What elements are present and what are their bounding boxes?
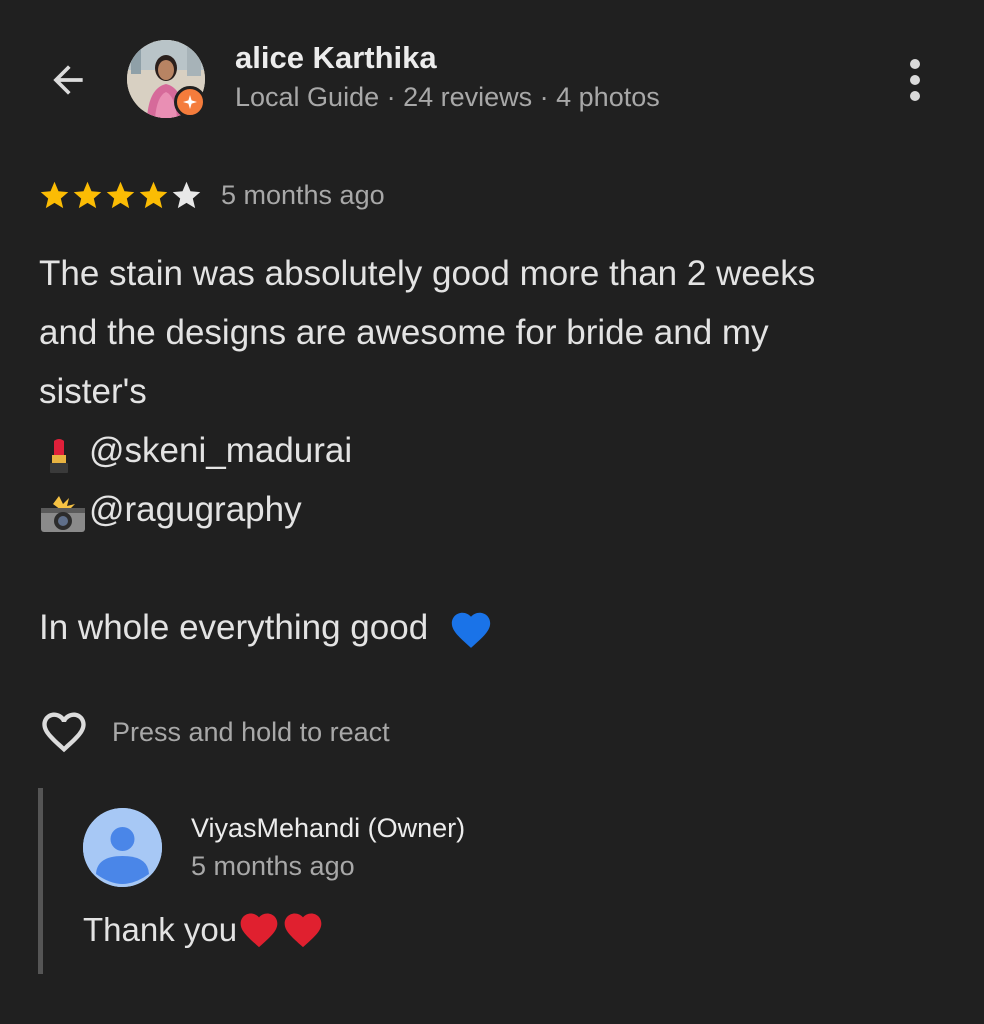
closing-line: In whole everything good [39,598,959,657]
back-button[interactable] [40,52,96,108]
owner-name: ViyasMehandi (Owner) [191,813,466,843]
mention-line-1: @skeni_madurai [39,421,959,480]
sparkle-icon [183,95,197,109]
star-filled-icon [73,181,102,208]
review-text-line: sister's [39,372,147,411]
star-rating [38,179,203,212]
review-text-line: The stain was absolutely good more than … [39,254,816,293]
red-heart-icon [240,913,278,948]
local-guide-badge [174,86,206,118]
reply-divider [38,788,43,974]
red-heart-icon [284,913,322,948]
rating-row: 5 months ago [38,176,385,214]
owner-reply-text: Thank you [83,911,238,948]
mention-line-2: @ragugraphy [39,480,959,539]
star-filled-icon [40,181,69,208]
closing-text: In whole everything good [39,608,429,647]
lipstick-icon [39,423,89,482]
react-hint: Press and hold to react [112,716,390,747]
reviewer-meta: Local Guide · 24 reviews · 4 photos [235,82,660,112]
owner-reply-time: 5 months ago [191,851,355,881]
arrow-left-icon [53,65,83,95]
review-time: 5 months ago [221,179,385,210]
review-text-line: and the designs are awesome for bride an… [39,313,769,352]
more-options-button[interactable] [895,56,935,104]
owner-reply-body: Thank you [83,908,325,952]
mention-skeni-madurai[interactable]: @skeni_madurai [89,431,352,470]
mention-ragugraphy[interactable]: @ragugraphy [89,490,302,529]
more-vert-icon [910,59,920,69]
owner-avatar[interactable] [83,808,162,887]
star-empty-icon [172,181,201,208]
reviewer-name[interactable]: alice Karthika [235,40,437,76]
star-filled-icon [139,181,168,208]
star-filled-icon [106,181,135,208]
person-icon [83,808,162,887]
blue-heart-icon [451,612,491,648]
reaction-row[interactable]: Press and hold to react [38,706,390,758]
heart-outline-icon[interactable] [38,706,90,758]
review-body: The stain was absolutely good more than … [39,244,959,657]
camera-flash-icon [39,482,89,541]
